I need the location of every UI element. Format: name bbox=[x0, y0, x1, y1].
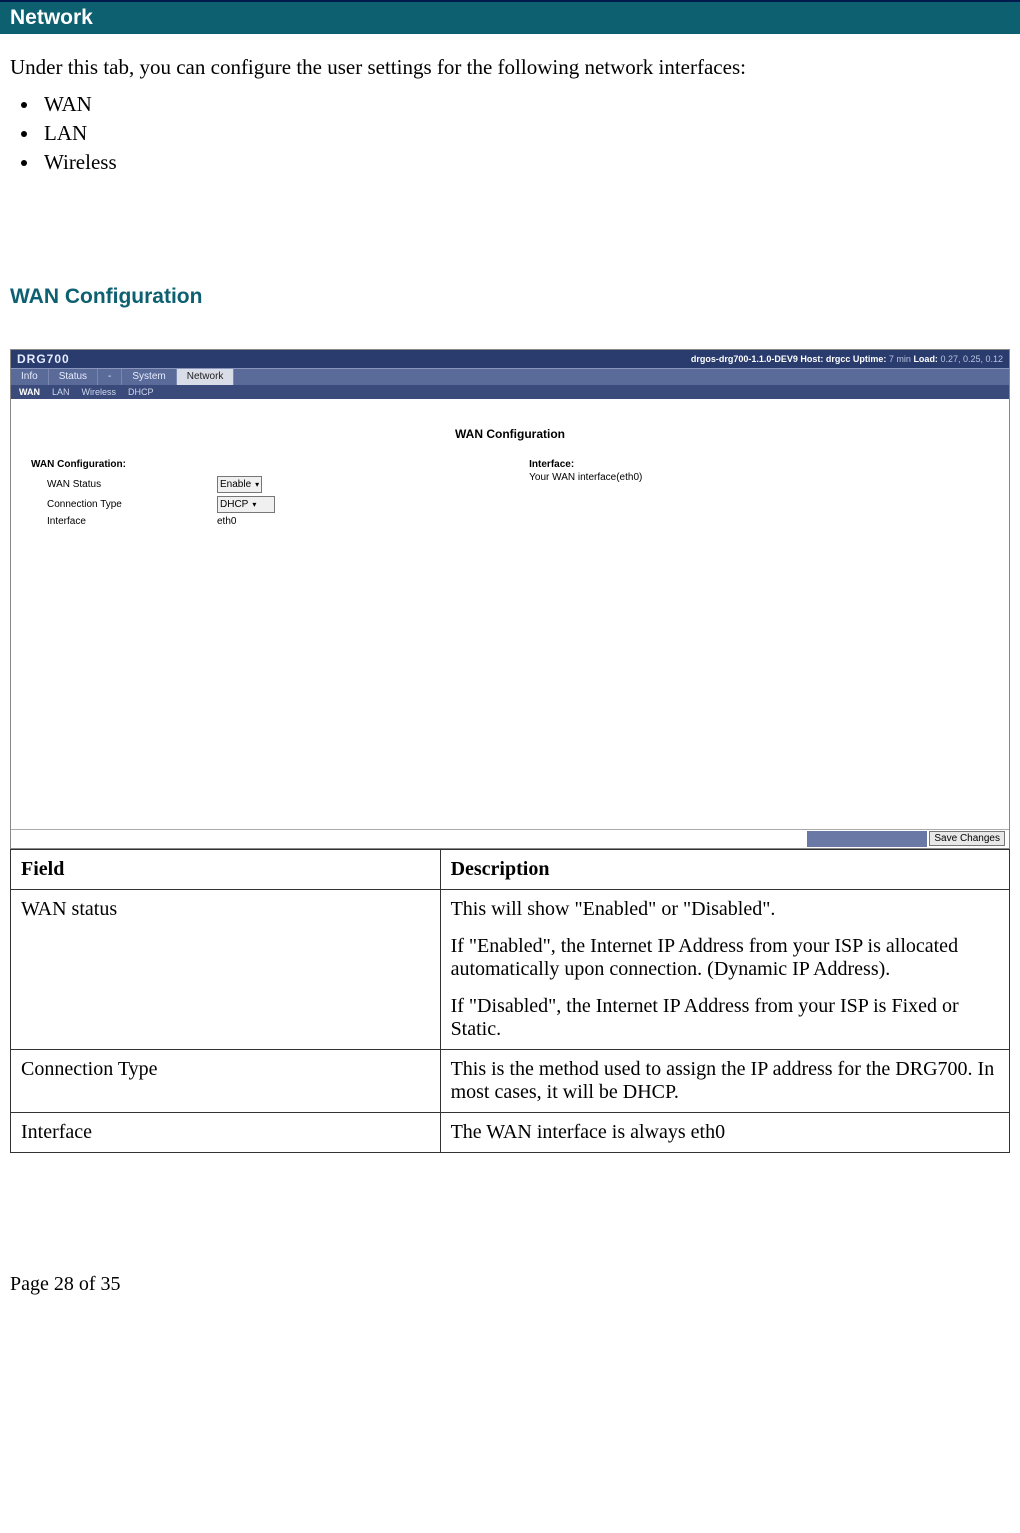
router-subnav: WAN LAN Wireless DHCP bbox=[11, 385, 1009, 399]
form-right-text: Your WAN interface(eth0) bbox=[529, 472, 989, 483]
tab-status[interactable]: Status bbox=[49, 369, 98, 385]
section-banner: Network bbox=[0, 0, 1020, 34]
subtab-dhcp[interactable]: DHCP bbox=[122, 386, 160, 398]
list-item: LAN bbox=[40, 121, 1020, 146]
subtab-wan[interactable]: WAN bbox=[13, 386, 46, 398]
router-footer-bar bbox=[807, 831, 927, 847]
cell-field: Interface bbox=[11, 1112, 441, 1152]
th-description: Description bbox=[440, 849, 1009, 889]
desc-para: If "Disabled", the Internet IP Address f… bbox=[451, 995, 999, 1041]
wan-config-screenshot: DRG700 drgos-drg700-1.1.0-DEV9 Host: drg… bbox=[10, 349, 1010, 849]
router-statusline: drgos-drg700-1.1.0-DEV9 Host: drgcc Upti… bbox=[691, 354, 1003, 364]
row-wan-status: WAN Status Enable bbox=[47, 476, 529, 493]
label-conn-type: Connection Type bbox=[47, 499, 217, 510]
status-prefix: drgos-drg700-1.1.0-DEV9 Host: drgcc Upti… bbox=[691, 354, 887, 364]
intro-text: Under this tab, you can configure the us… bbox=[0, 34, 1020, 88]
router-topbar: DRG700 drgos-drg700-1.1.0-DEV9 Host: drg… bbox=[11, 350, 1009, 368]
interface-list: WAN LAN Wireless bbox=[20, 92, 1020, 175]
desc-para: The WAN interface is always eth0 bbox=[451, 1121, 999, 1144]
cell-field: WAN status bbox=[11, 889, 441, 1049]
subtab-wireless[interactable]: Wireless bbox=[76, 386, 123, 398]
router-form-right: Interface: Your WAN interface(eth0) bbox=[529, 459, 989, 530]
banner-title: Network bbox=[10, 6, 93, 29]
save-changes-button[interactable]: Save Changes bbox=[929, 831, 1005, 846]
field-description-table: Field Description WAN status This will s… bbox=[10, 849, 1010, 1153]
router-form-left: WAN Configuration: WAN Status Enable Con… bbox=[31, 459, 529, 530]
value-interface: eth0 bbox=[217, 516, 236, 527]
router-form: WAN Configuration: WAN Status Enable Con… bbox=[11, 459, 1009, 530]
status-load: 0.27, 0.25, 0.12 bbox=[938, 354, 1003, 364]
page-number-footer: Page 28 of 35 bbox=[10, 1273, 1010, 1296]
cell-field: Connection Type bbox=[11, 1049, 441, 1112]
tab-network[interactable]: Network bbox=[177, 369, 235, 385]
router-brand: DRG700 bbox=[17, 352, 70, 366]
subsection-heading: WAN Configuration bbox=[10, 285, 1010, 309]
status-load-label: Load: bbox=[913, 354, 938, 364]
router-page-title: WAN Configuration bbox=[11, 427, 1009, 441]
list-item: WAN bbox=[40, 92, 1020, 117]
desc-para: This will show "Enabled" or "Disabled". bbox=[451, 898, 999, 921]
list-item: Wireless bbox=[40, 150, 1020, 175]
router-footer: Save Changes bbox=[11, 829, 1009, 848]
table-row: WAN status This will show "Enabled" or "… bbox=[11, 889, 1010, 1049]
form-right-heading: Interface: bbox=[529, 459, 989, 470]
label-wan-status: WAN Status bbox=[47, 479, 217, 490]
tab-dash[interactable]: - bbox=[98, 369, 122, 385]
form-left-heading: WAN Configuration: bbox=[31, 459, 529, 470]
select-wan-status[interactable]: Enable bbox=[217, 476, 262, 493]
select-conn-type[interactable]: DHCP bbox=[217, 496, 275, 513]
subtab-lan[interactable]: LAN bbox=[46, 386, 76, 398]
status-uptime: 7 min bbox=[886, 354, 913, 364]
router-mainnav: Info Status - System Network bbox=[11, 368, 1009, 385]
row-interface: Interface eth0 bbox=[47, 516, 529, 527]
tab-info[interactable]: Info bbox=[11, 369, 49, 385]
table-row: Connection Type This is the method used … bbox=[11, 1049, 1010, 1112]
row-conn-type: Connection Type DHCP bbox=[47, 496, 529, 513]
cell-desc: The WAN interface is always eth0 bbox=[440, 1112, 1009, 1152]
tab-system[interactable]: System bbox=[122, 369, 176, 385]
table-row: Interface The WAN interface is always et… bbox=[11, 1112, 1010, 1152]
cell-desc: This is the method used to assign the IP… bbox=[440, 1049, 1009, 1112]
desc-para: This is the method used to assign the IP… bbox=[451, 1058, 999, 1104]
desc-para: If "Enabled", the Internet IP Address fr… bbox=[451, 935, 999, 981]
label-interface: Interface bbox=[47, 516, 217, 527]
cell-desc: This will show "Enabled" or "Disabled". … bbox=[440, 889, 1009, 1049]
th-field: Field bbox=[11, 849, 441, 889]
